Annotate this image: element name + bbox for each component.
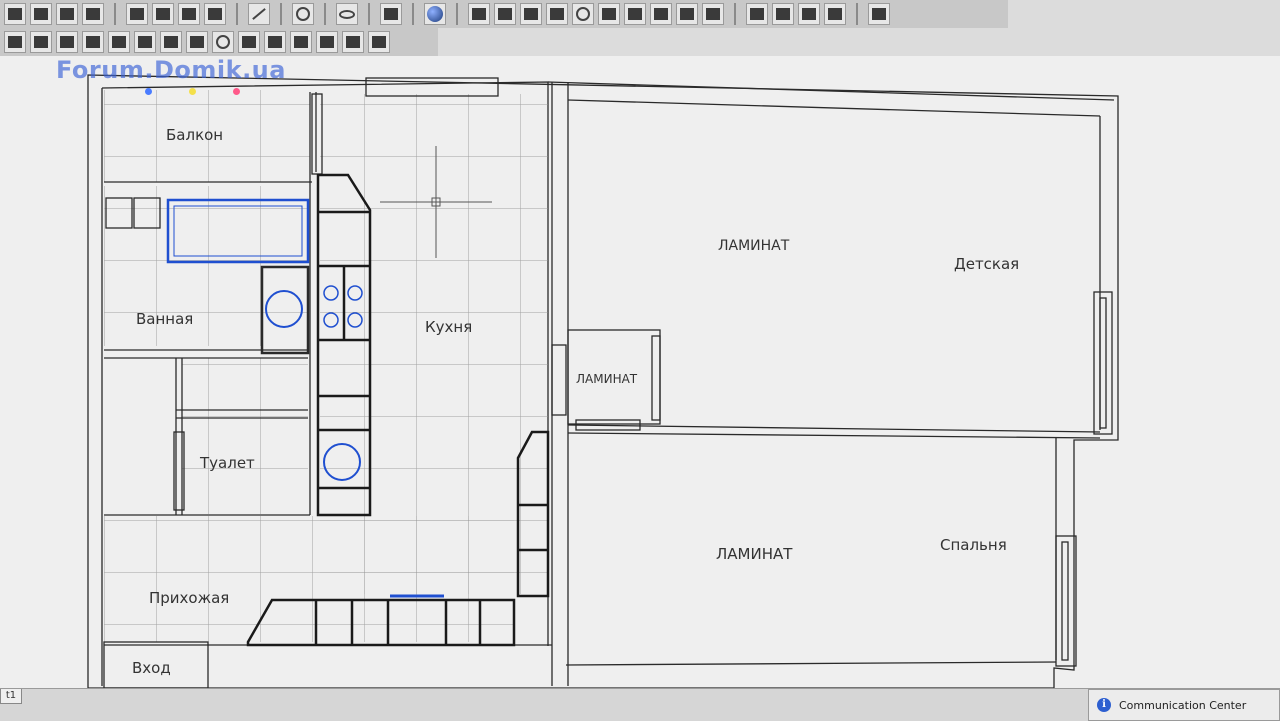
communication-center-panel[interactable]: i Communication Center (1088, 689, 1280, 721)
toolbar-separator (280, 3, 282, 25)
toolbar-separator (856, 3, 858, 25)
measure-icon[interactable] (546, 3, 568, 25)
drawing-canvas[interactable]: Балкон Ванная Кухня Туалет Прихожая Вход… (0, 56, 1280, 688)
label-floor-hall: ЛАМИНАТ (576, 372, 638, 386)
toolbar-separator (412, 3, 414, 25)
roof-icon[interactable] (598, 3, 620, 25)
label-floor-detskaya: ЛАМИНАТ (718, 238, 790, 254)
toolbar-separator (324, 3, 326, 25)
toolbar-secondary (0, 28, 438, 56)
toolbar-separator (368, 3, 370, 25)
select-icon[interactable] (4, 31, 26, 53)
watermark-dot-blue (145, 88, 152, 95)
material-icon[interactable] (772, 3, 794, 25)
tile-hall (104, 516, 514, 642)
toolbar-main (0, 0, 1008, 28)
box-icon[interactable] (342, 31, 364, 53)
mirror-icon[interactable] (238, 31, 260, 53)
window-tool-icon[interactable] (494, 3, 516, 25)
label-vannaya: Ванная (136, 310, 194, 328)
toolbar-separator (236, 3, 238, 25)
save-icon[interactable] (56, 3, 78, 25)
label-kuhnya: Кухня (425, 318, 473, 336)
line-tool-icon[interactable] (248, 3, 270, 25)
block-icon[interactable] (152, 3, 174, 25)
tile-toilet (182, 358, 308, 514)
rotate-object-icon[interactable] (212, 31, 234, 53)
label-floor-spalnya: ЛАМИНАТ (716, 545, 793, 563)
sun-icon[interactable] (204, 3, 226, 25)
light-icon[interactable] (824, 3, 846, 25)
label-balkon: Балкон (166, 126, 224, 144)
crop-icon[interactable] (380, 3, 402, 25)
move-down-icon[interactable] (108, 31, 130, 53)
render-sphere-icon[interactable] (424, 3, 446, 25)
layout-tab[interactable]: t1 (0, 689, 22, 704)
forum-watermark: Forum.Domik.ua (56, 56, 286, 84)
paint-icon[interactable] (798, 3, 820, 25)
dimension-icon[interactable] (520, 3, 542, 25)
toolbar-separator (114, 3, 116, 25)
rotate-icon[interactable] (572, 3, 594, 25)
copy-multiple-icon[interactable] (160, 31, 182, 53)
edit-icon[interactable] (56, 31, 78, 53)
label-detskaya: Детская (954, 255, 1020, 273)
info-icon: i (1097, 698, 1111, 712)
layer-icon[interactable] (126, 3, 148, 25)
watermark-dot-yellow (189, 88, 196, 95)
hatch-icon[interactable] (178, 3, 200, 25)
watermark-dot-pink (233, 88, 240, 95)
door-icon[interactable] (624, 3, 646, 25)
eraser-icon[interactable] (186, 31, 208, 53)
status-bar: t1 i Communication Center (0, 688, 1280, 721)
label-vhod: Вход (132, 659, 171, 677)
scale-icon[interactable] (290, 31, 312, 53)
grid-icon[interactable] (4, 3, 26, 25)
undo-icon[interactable] (702, 3, 724, 25)
pointer-icon[interactable] (82, 31, 104, 53)
orbit-icon[interactable] (292, 3, 314, 25)
texture-icon[interactable] (746, 3, 768, 25)
elevation-icon[interactable] (316, 31, 338, 53)
curve-icon[interactable] (676, 3, 698, 25)
label-spalnya: Спальня (940, 536, 1007, 554)
watermark-dots (145, 88, 240, 95)
view-icon[interactable] (336, 3, 358, 25)
toolbar-separator (456, 3, 458, 25)
toolbar-separator (734, 3, 736, 25)
fill-icon[interactable] (368, 31, 390, 53)
open-icon[interactable] (30, 3, 52, 25)
label-tualet: Туалет (200, 454, 255, 472)
trim-icon[interactable] (264, 31, 286, 53)
binoculars-icon[interactable] (82, 3, 104, 25)
settings-icon[interactable] (868, 3, 890, 25)
stretch-icon[interactable] (30, 31, 52, 53)
communication-center-label: Communication Center (1119, 698, 1247, 712)
copy-icon[interactable] (134, 31, 156, 53)
label-prihozhaya: Прихожая (149, 589, 230, 607)
wall-tool-icon[interactable] (468, 3, 490, 25)
table-icon[interactable] (650, 3, 672, 25)
